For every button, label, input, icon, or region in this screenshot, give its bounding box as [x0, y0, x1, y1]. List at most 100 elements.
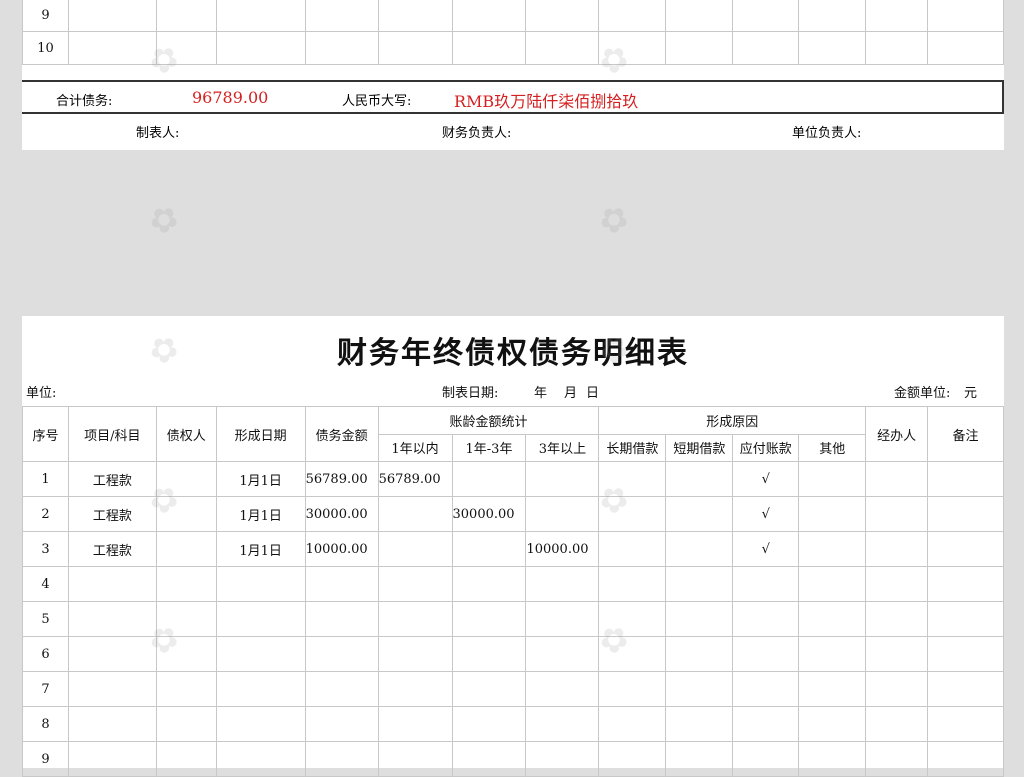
cell-c1 [598, 636, 667, 672]
cell-creditor [155, 461, 217, 497]
header-aging-3: 3年以上 [525, 433, 600, 462]
cell-remark [927, 566, 1004, 602]
cell-a3 [525, 706, 600, 742]
cell-c4 [798, 706, 867, 742]
cell-c4 [798, 496, 867, 532]
header-creditor: 债权人 [155, 406, 217, 462]
cell-handler [865, 0, 929, 32]
cell-remark [927, 31, 1004, 65]
detail-table: 序号 项目/科目 债权人 形成日期 债务金额 账龄金额统计 形成原因 经办人 备… [22, 406, 1004, 777]
cell-a1 [377, 601, 453, 637]
cell-item [67, 566, 157, 602]
table-row: 1 工程款 1月1日 56789.00 56789.00 √ [22, 461, 1004, 497]
date-year: 年 [534, 386, 548, 401]
page-title: 财务年终债权债务明细表 [337, 336, 689, 371]
cell-remark [927, 671, 1004, 707]
cell-c3 [732, 636, 800, 672]
cell-amount [304, 636, 379, 672]
header-aging-1: 1年以内 [377, 433, 453, 462]
cell-c2 [665, 531, 734, 567]
cell-no: 9 [22, 741, 69, 777]
cell-c4 [798, 601, 867, 637]
cell-creditor [155, 496, 217, 532]
cell-c3 [732, 706, 800, 742]
cell-item [67, 671, 157, 707]
cell-date [215, 566, 306, 602]
cell-c3 [732, 0, 800, 32]
cell-date [215, 0, 306, 32]
cell-creditor [155, 31, 217, 65]
cell-amount: 30000.00 [304, 496, 379, 532]
total-value: 96789.00 [192, 88, 269, 107]
cell-c4 [798, 0, 867, 32]
cell-c2 [665, 496, 734, 532]
table-row: 5 [22, 601, 1004, 637]
cell-date [215, 741, 306, 777]
preparer-label: 制表人: [136, 126, 180, 141]
cell-date [215, 31, 306, 65]
table-row: 9 [22, 741, 1004, 777]
cell-c2 [665, 31, 734, 65]
cell-item [67, 601, 157, 637]
header-aging-2: 1年-3年 [451, 433, 527, 462]
cell-a2 [451, 566, 527, 602]
cell-a2 [451, 461, 527, 497]
cell-no: 7 [22, 671, 69, 707]
table-row: 2 工程款 1月1日 30000.00 30000.00 √ [22, 496, 1004, 532]
cell-c2 [665, 671, 734, 707]
finance-head-label: 财务负责人: [442, 126, 512, 141]
cell-c1 [598, 31, 667, 65]
cell-creditor [155, 636, 217, 672]
cell-remark [927, 531, 1004, 567]
header-remark: 备注 [927, 406, 1004, 462]
header-cause-4: 其他 [798, 433, 867, 462]
cell-c3 [732, 566, 800, 602]
cell-amount [304, 706, 379, 742]
cell-remark [927, 601, 1004, 637]
cell-item [67, 706, 157, 742]
cell-creditor [155, 0, 217, 32]
cell-handler [865, 741, 929, 777]
header-date: 形成日期 [215, 406, 306, 462]
cell-amount [304, 566, 379, 602]
unit-label: 单位: [26, 386, 57, 401]
cell-date: 1月1日 [215, 531, 306, 567]
cell-handler [865, 671, 929, 707]
cell-a3 [525, 496, 600, 532]
watermark: ✿ [590, 195, 638, 245]
cell-a3 [525, 31, 600, 65]
cell-a3 [525, 0, 600, 32]
cell-c1 [598, 0, 667, 32]
cell-a3: 10000.00 [525, 531, 600, 567]
cell-c1 [598, 601, 667, 637]
cell-a3 [525, 566, 600, 602]
date-day: 日 [586, 386, 600, 401]
cell-a2 [451, 531, 527, 567]
table-row: 7 [22, 671, 1004, 707]
table-row: 3 工程款 1月1日 10000.00 10000.00 √ [22, 531, 1004, 567]
cell-a1 [377, 531, 453, 567]
cell-creditor [155, 671, 217, 707]
cell-c3: √ [732, 531, 800, 567]
cell-c4 [798, 671, 867, 707]
detail-sheet: 财务年终债权债务明细表 单位: 制表日期: 年 月 日 金额单位: 元 序号 项… [22, 316, 1004, 777]
cell-amount [304, 741, 379, 777]
cell-remark [927, 0, 1004, 32]
rmb-value: RMB玖万陆仟柒佰捌拾玖 [454, 92, 639, 111]
cell-handler [865, 566, 929, 602]
cell-date [215, 671, 306, 707]
header-row-1: 序号 项目/科目 债权人 形成日期 债务金额 账龄金额统计 形成原因 经办人 备… [22, 406, 1004, 462]
header-item: 项目/科目 [67, 406, 157, 462]
rmb-label: 人民币大写: [342, 94, 412, 109]
cell-item: 工程款 [67, 531, 157, 567]
cell-c2 [665, 741, 734, 777]
cell-item [67, 636, 157, 672]
table-row: 9 [22, 0, 1004, 32]
cell-date: 1月1日 [215, 496, 306, 532]
cell-c4 [798, 531, 867, 567]
cell-amount [304, 31, 379, 65]
cell-remark [927, 636, 1004, 672]
cell-creditor [155, 741, 217, 777]
table-row: 6 [22, 636, 1004, 672]
cell-c1 [598, 671, 667, 707]
